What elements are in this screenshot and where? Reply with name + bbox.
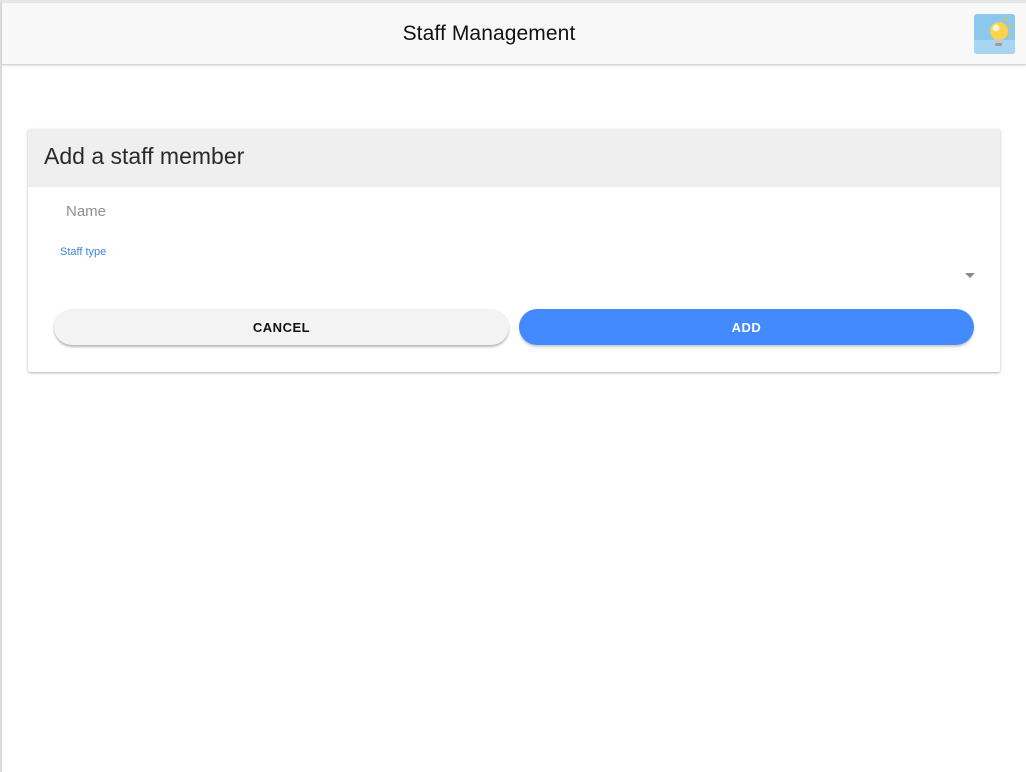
name-input[interactable] — [66, 199, 966, 223]
add-staff-card: Add a staff member Staff type CANCEL ADD — [28, 129, 1000, 372]
caret-down-icon — [965, 273, 975, 278]
window-frame — [0, 0, 1026, 772]
staff-type-select[interactable] — [60, 261, 975, 291]
staff-type-label: Staff type — [60, 246, 107, 258]
card-header: Add a staff member — [28, 129, 1000, 187]
user-avatar[interactable] — [974, 14, 1015, 54]
add-button[interactable]: ADD — [519, 309, 974, 345]
page-title: Staff Management — [402, 22, 576, 45]
cancel-button[interactable]: CANCEL — [54, 309, 509, 345]
lightbulb-avatar-icon — [974, 14, 1015, 54]
card-title: Add a staff member — [44, 143, 245, 169]
app-header: Staff Management — [2, 3, 1026, 65]
